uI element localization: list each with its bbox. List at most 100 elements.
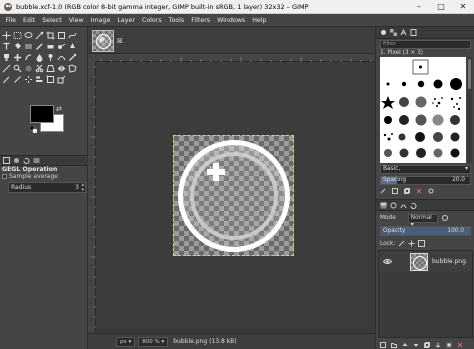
unit-selector[interactable]: px ▾ [116,336,136,347]
menu-image[interactable]: Image [87,17,114,24]
spin-arrows-icon[interactable]: ▴ ▾ [81,183,84,193]
path-tool-icon[interactable] [57,53,66,62]
image-tab-thumbnail[interactable] [92,30,114,52]
document-history-tab-icon[interactable] [409,29,417,37]
menu-help[interactable]: Help [249,17,270,24]
menu-windows[interactable]: Windows [214,17,249,24]
raise-layer-icon[interactable] [402,342,408,348]
menu-select[interactable]: Select [39,17,65,24]
channels-tab-icon[interactable] [389,201,397,209]
reset-colors-icon[interactable] [30,126,37,133]
lock-alpha-icon[interactable] [418,240,426,247]
vertical-ruler[interactable] [88,62,96,333]
opacity-slider[interactable]: Opacity 100.0 [380,226,471,236]
mode-dropdown[interactable]: Normal ▾ [407,213,438,228]
duplicate-layer-icon[interactable] [424,342,430,348]
clone-tool-icon[interactable] [2,53,11,62]
scroll-thumb[interactable] [468,59,471,89]
lock-position-icon[interactable] [408,240,415,247]
fuzzy-select-tool-icon[interactable] [35,31,44,40]
tool-options-tab-icon[interactable] [2,157,10,165]
foreground-select-tool-icon[interactable] [24,64,33,73]
layers-tab-icon[interactable] [379,201,387,209]
menu-layer[interactable]: Layer [114,17,139,24]
dropdown-arrow-icon[interactable]: ▾ [465,166,468,173]
convolve-tool-icon[interactable] [24,75,33,84]
anchor-layer-icon[interactable] [435,342,441,348]
refresh-brushes-icon[interactable] [428,188,434,194]
flip-tool-icon[interactable] [57,64,66,73]
layer-row[interactable]: bubble.png [379,251,472,272]
brush-filter-input[interactable]: filter [380,40,471,49]
bucket-fill-tool-icon[interactable] [13,42,22,51]
sample-average-checkbox[interactable]: Sample average [2,173,58,180]
undo-tab-icon[interactable] [409,201,417,209]
horizontal-ruler[interactable] [96,54,375,62]
new-layer-icon[interactable] [380,342,386,348]
warp-tool-icon[interactable] [68,31,77,40]
close-tab-icon[interactable]: ⊠ [117,37,123,45]
edit-brush-icon[interactable] [380,188,386,194]
maximize-button[interactable]: □ [430,0,452,14]
crop-tool-icon[interactable] [46,31,55,40]
canvas-area[interactable] [88,54,375,333]
smudge-tool-icon[interactable] [24,53,33,62]
menu-filters[interactable]: Filters [188,17,214,24]
move-tool-icon[interactable] [2,31,11,40]
paintbrush-tool-icon[interactable] [35,42,44,51]
menu-edit[interactable]: Edit [20,17,39,24]
duplicate-brush-icon[interactable] [404,188,410,194]
handle-transform-tool-icon[interactable] [46,75,55,84]
gradient-tool-icon[interactable] [24,42,33,51]
cage-tool-icon[interactable] [68,64,77,73]
scissors-tool-icon[interactable] [35,64,44,73]
menu-file[interactable]: File [2,17,20,24]
new-brush-icon[interactable] [392,188,398,194]
text-tool-icon[interactable] [2,42,11,51]
brush-tag-selector[interactable]: Basic, ▾ [380,165,471,174]
checkbox-box[interactable] [2,174,7,179]
ink-tool-icon[interactable] [68,42,77,51]
dodge-tool-icon[interactable] [46,53,55,62]
image-canvas[interactable] [173,135,294,256]
device-status-tab-icon[interactable] [12,157,20,165]
close-button[interactable]: ✕ [452,0,474,14]
heal-tool-icon[interactable] [13,53,22,62]
delete-layer-icon[interactable] [457,342,463,348]
menu-colors[interactable]: Colors [138,17,165,24]
pencil-tool-icon[interactable] [13,75,22,84]
images-tab-icon[interactable] [32,157,40,165]
delete-brush-icon[interactable] [416,188,422,194]
zoom-tool-icon[interactable] [13,64,22,73]
menu-tools[interactable]: Tools [165,17,188,24]
blur-tool-icon[interactable] [35,53,44,62]
zoom-selector[interactable]: 800 % ▾ [138,336,169,347]
spacing-slider[interactable]: Spacing 20.0 [380,176,471,185]
undo-history-tab-icon[interactable] [22,157,30,165]
rect-select-tool-icon[interactable] [13,31,22,40]
blend-mode-icon[interactable] [441,215,448,221]
airbrush-tool-icon[interactable] [57,42,66,51]
perspective-tool-icon[interactable] [46,64,55,73]
swap-colors-icon[interactable]: ⇄ [56,105,62,113]
brush-grid[interactable] [380,57,466,163]
patterns-tab-icon[interactable] [389,29,397,37]
radius-spinner[interactable]: Radius 3 ▴ ▾ [8,182,86,193]
unified-transform-tool-icon[interactable] [57,31,66,40]
paths-tab-icon[interactable] [399,201,407,209]
align-tool-icon[interactable] [35,75,44,84]
brushes-tab-icon[interactable] [379,29,387,37]
eye-visibility-icon[interactable] [383,257,392,266]
menu-view[interactable]: View [65,17,87,24]
new-group-icon[interactable] [391,342,397,348]
scale-tool-icon[interactable] [57,75,66,84]
brush-grid-scrollbar[interactable] [467,57,472,163]
mypaint-brush-tool-icon[interactable] [2,75,11,84]
fonts-tab-icon[interactable] [399,29,407,37]
lasso-tool-icon[interactable] [24,31,33,40]
quick-mask-corner[interactable] [88,54,96,62]
foreground-color-swatch[interactable] [30,105,54,123]
minimize-button[interactable]: – [408,0,430,14]
layer-name[interactable]: bubble.png [432,258,466,265]
eraser-tool-icon[interactable] [46,42,55,51]
